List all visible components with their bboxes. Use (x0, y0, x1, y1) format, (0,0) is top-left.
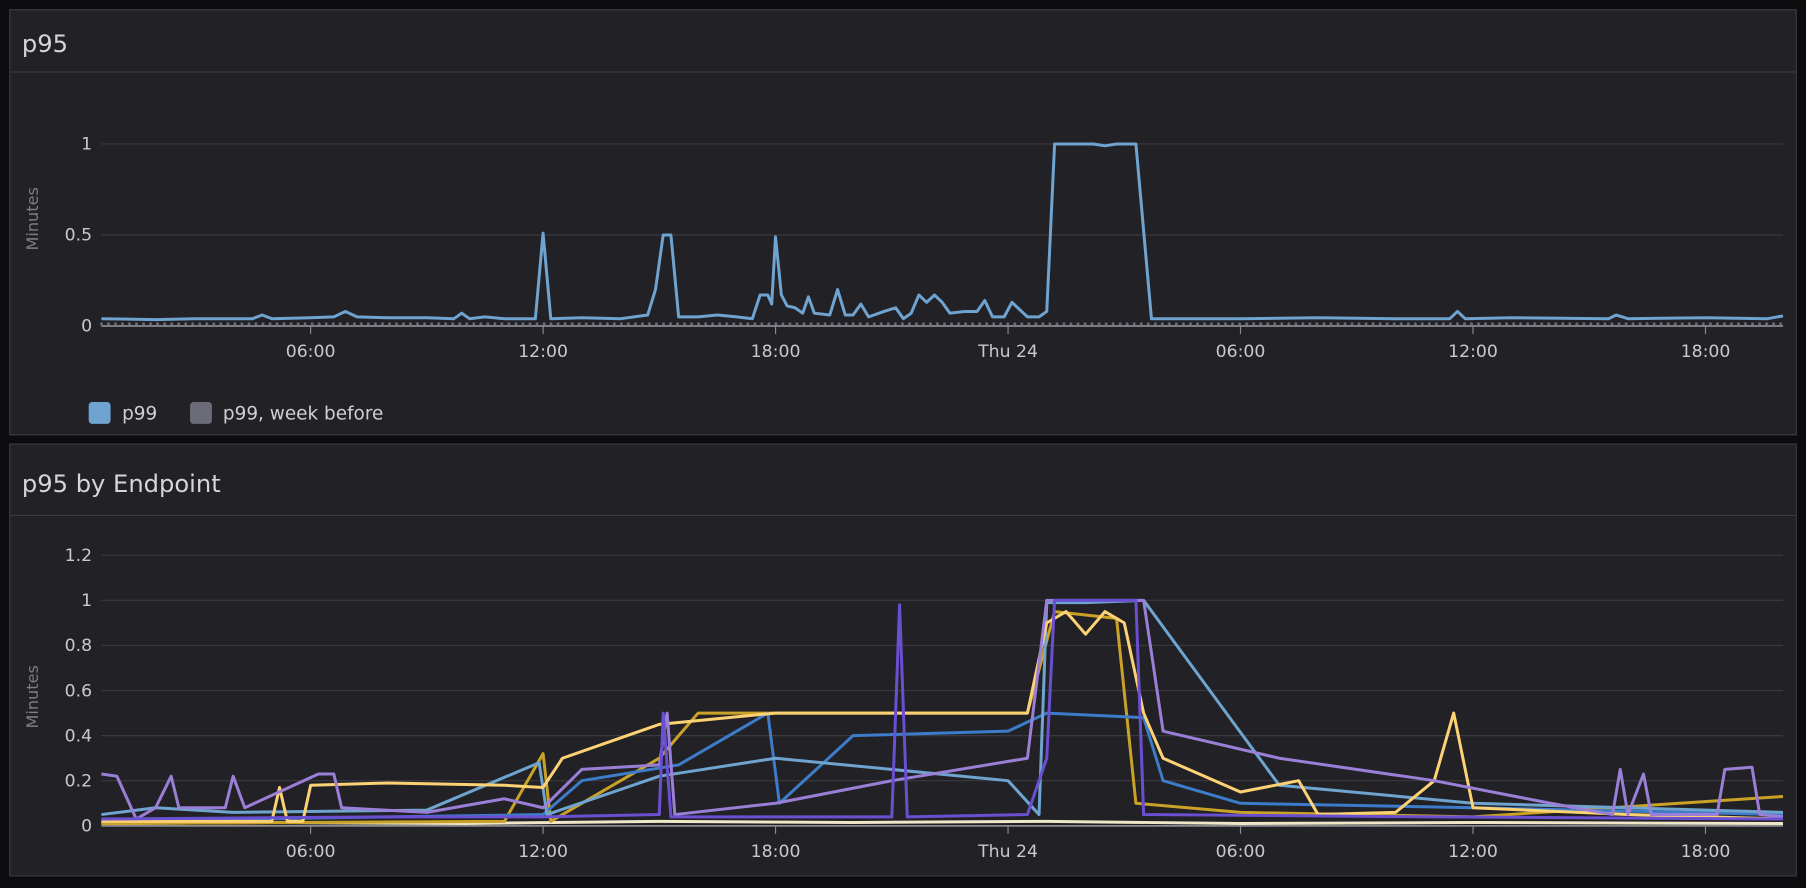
legend-swatch (189, 401, 212, 424)
panel-title: p95 by Endpoint (21, 469, 221, 498)
legend-item-p99-week-before[interactable]: p99, week before (189, 401, 384, 424)
legend-label: p99, week before (222, 401, 384, 424)
legend: p99 p99, week before (88, 401, 384, 424)
dashboard: p95 p99 p99, week before p95 by Endpoint… (0, 0, 1806, 888)
panel-header-divider (10, 514, 1796, 517)
legend-item-p99[interactable]: p99 (88, 401, 158, 424)
p95-by-endpoint-panel: p95 by Endpoint (9, 443, 1797, 877)
p95-panel: p95 p99 p99, week before (9, 9, 1797, 436)
legend-label: p99 (122, 401, 158, 424)
panel-header-divider (10, 71, 1796, 73)
legend-swatch (88, 401, 111, 424)
panel-title: p95 (21, 29, 69, 58)
